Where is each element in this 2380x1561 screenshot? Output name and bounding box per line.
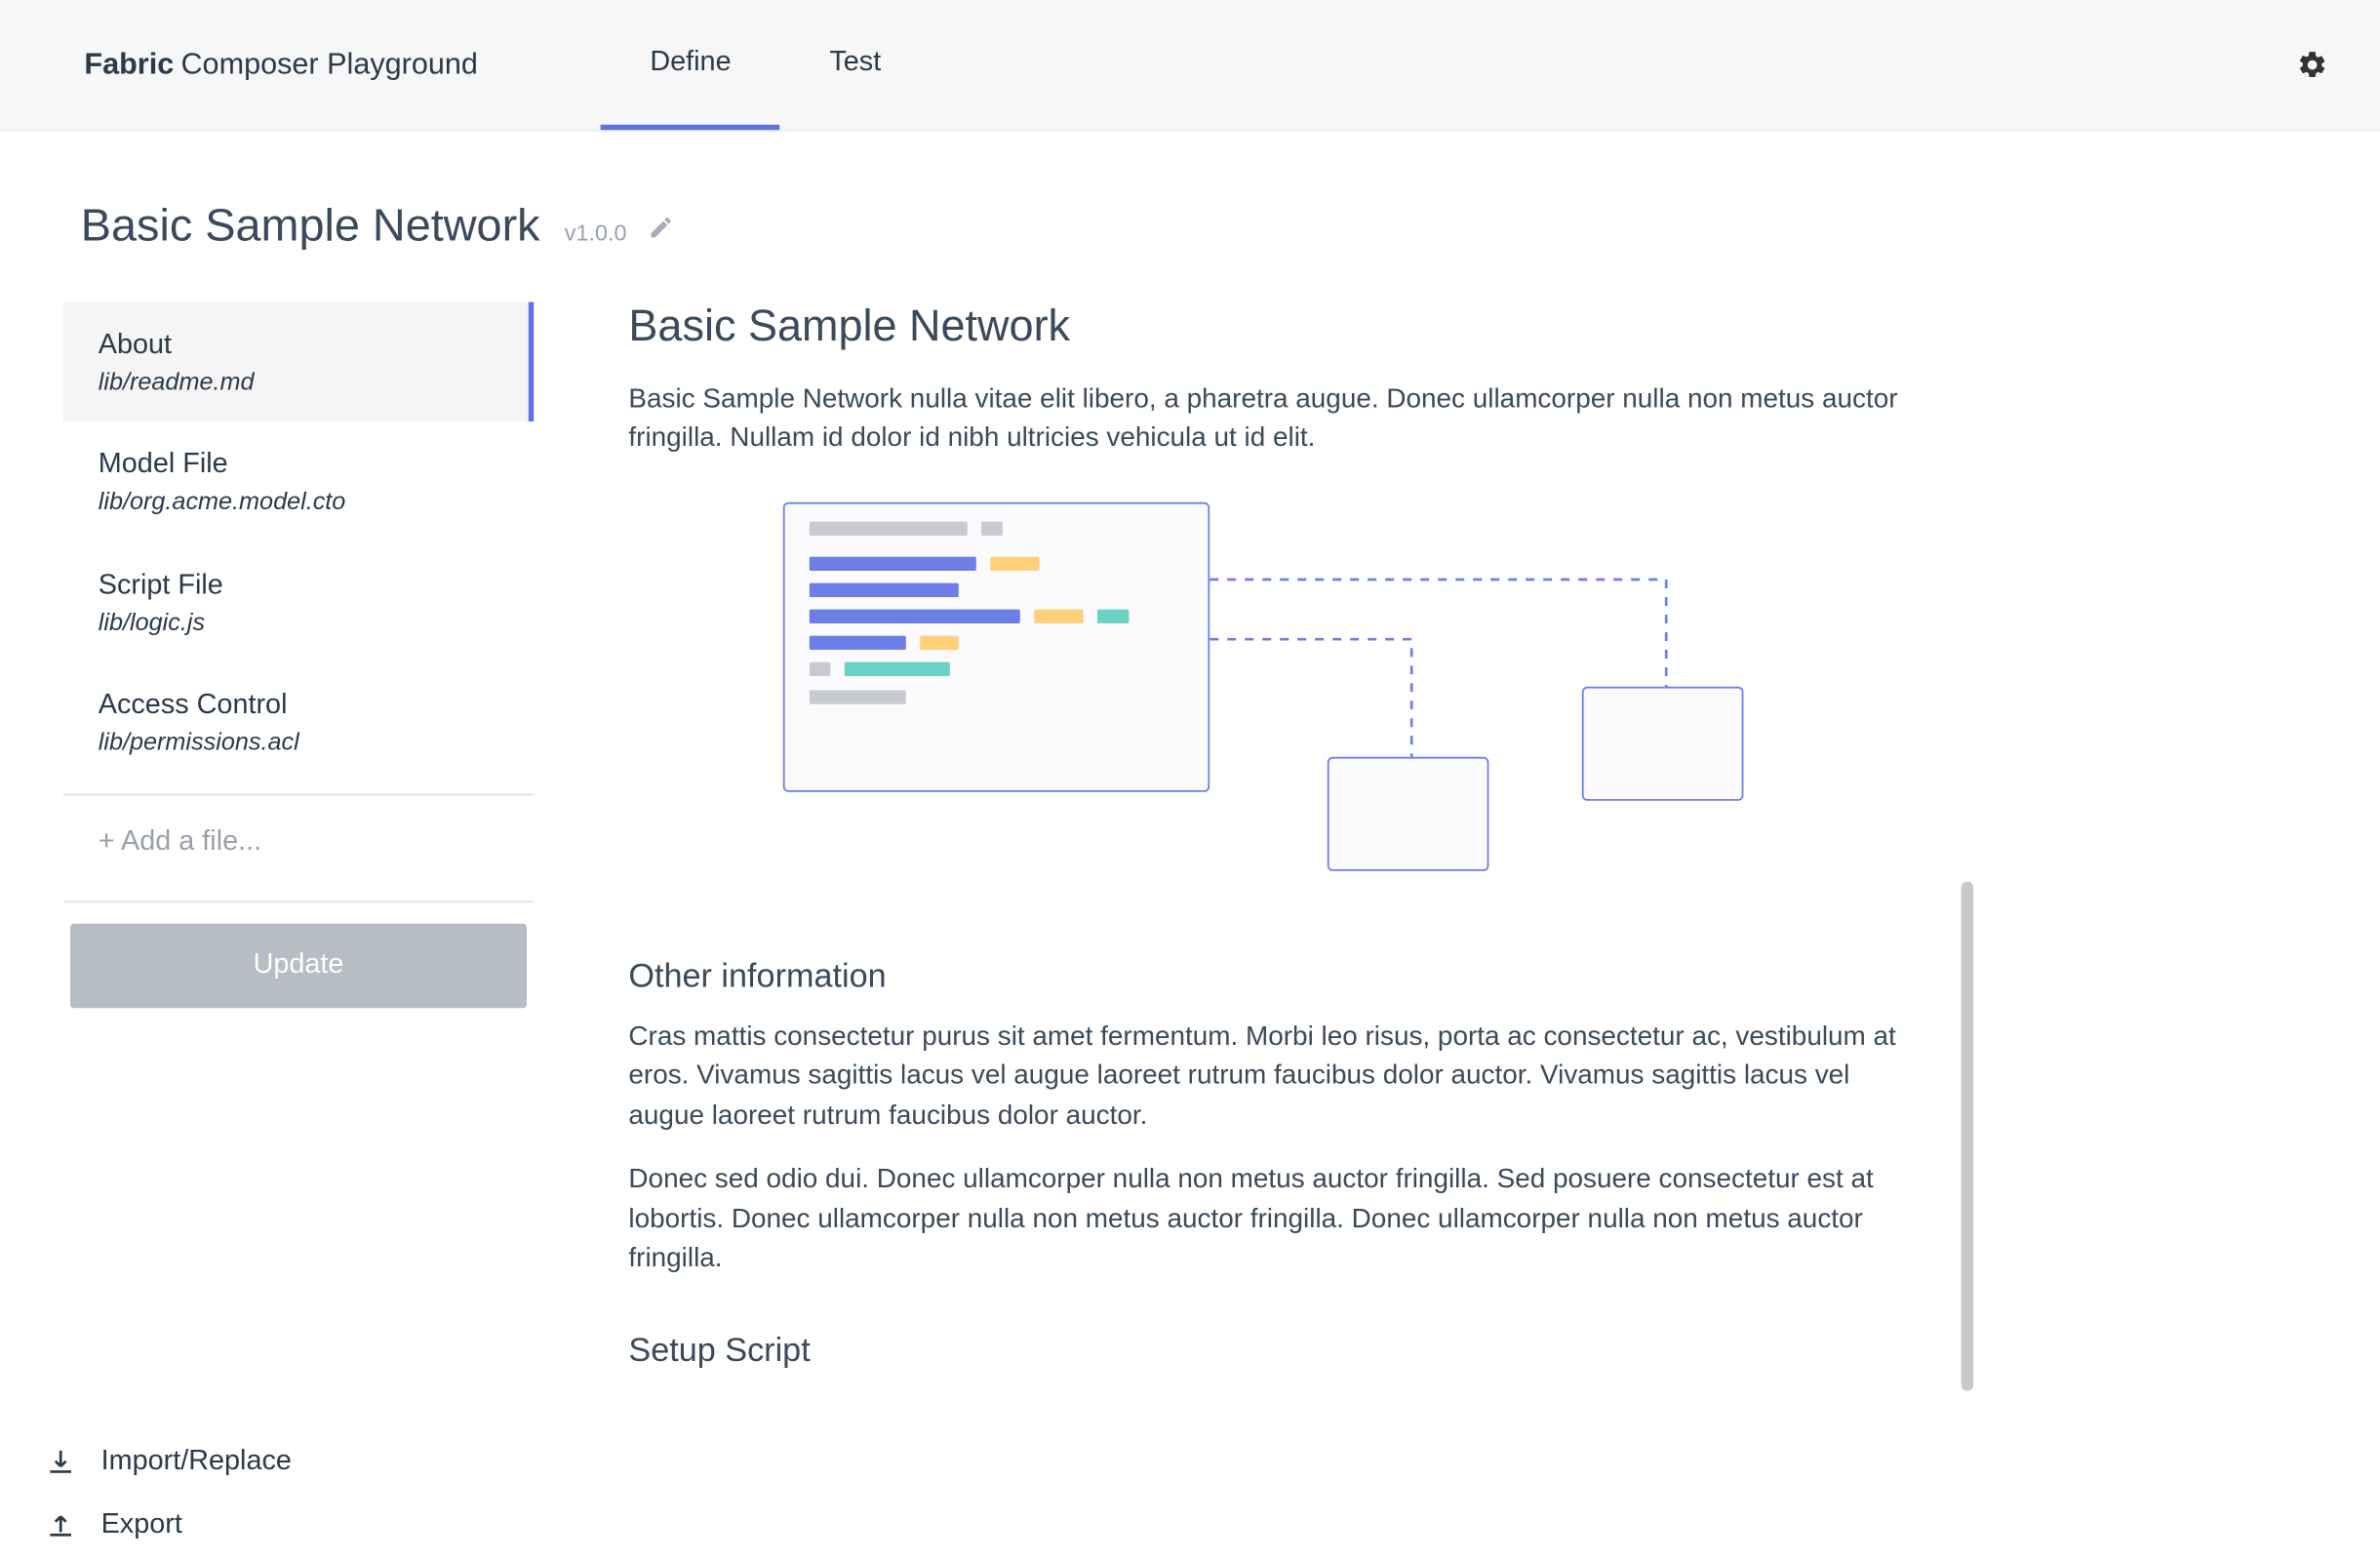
readme-p: Donec sed odio dui. Donec ullamcorper nu… [628, 1392, 1914, 1398]
tabs: Define Test [601, 0, 931, 130]
brand-bold: Fabric [84, 48, 174, 83]
sidebar-item-access[interactable]: Access Control lib/permissions.acl [63, 662, 534, 782]
tab-define-label: Define [650, 47, 731, 78]
tab-test-label: Test [829, 47, 881, 78]
sidebar-item-sub: lib/org.acme.model.cto [99, 485, 502, 518]
readme-p: Donec sed odio dui. Donec ullamcorper nu… [628, 1161, 1914, 1279]
export-label: Export [101, 1510, 182, 1541]
import-replace-button[interactable]: Import/Replace [45, 1447, 292, 1478]
sidebar-item-title: About [99, 327, 497, 365]
readme-p: Basic Sample Network nulla vitae elit li… [628, 381, 1914, 460]
sidebar-item-title: Model File [99, 447, 502, 485]
sidebar-item-script[interactable]: Script File lib/logic.js [63, 542, 534, 662]
sidebar-item-title: Access Control [99, 688, 502, 726]
readme-h2: Setup Script [628, 1333, 1914, 1372]
tab-define[interactable]: Define [601, 0, 780, 130]
sidebar-item-about[interactable]: About lib/readme.md [63, 302, 534, 422]
import-label: Import/Replace [101, 1447, 292, 1478]
scrollbar-thumb[interactable] [1962, 882, 1974, 1391]
add-file-button[interactable]: + Add a file... [63, 795, 534, 890]
brand: Fabric Composer Playground [84, 0, 478, 130]
readme-h1: Basic Sample Network [628, 302, 1914, 353]
code-card [783, 502, 1210, 792]
readme-h2: Other information [628, 959, 1914, 998]
readme-pane: Basic Sample Network Basic Sample Networ… [534, 302, 1973, 1398]
gear-icon[interactable] [2296, 0, 2327, 130]
sidebar-item-sub: lib/logic.js [99, 605, 502, 638]
sidebar-divider [63, 901, 534, 902]
sidebar-item-model[interactable]: Model File lib/org.acme.model.cto [63, 422, 534, 542]
pencil-icon[interactable] [648, 215, 674, 250]
sidebar: About lib/readme.md Model File lib/org.a… [63, 302, 534, 1008]
update-label: Update [254, 950, 344, 981]
page-version: v1.0.0 [565, 220, 627, 246]
node-card [1582, 687, 1744, 801]
export-button[interactable]: Export [45, 1510, 292, 1541]
download-icon [45, 1447, 76, 1478]
update-button[interactable]: Update [70, 924, 527, 1008]
upload-icon [45, 1510, 76, 1541]
add-file-label: + Add a file... [99, 827, 261, 858]
tab-test[interactable]: Test [780, 0, 931, 130]
bottom-actions: Import/Replace Export [45, 1415, 292, 1541]
page-title: Basic Sample Network [81, 198, 540, 253]
sidebar-item-sub: lib/readme.md [99, 365, 497, 398]
sidebar-item-title: Script File [99, 567, 502, 605]
readme-p: Cras mattis consectetur purus sit amet f… [628, 1019, 1914, 1137]
top-bar: Fabric Composer Playground Define Test [0, 0, 2380, 132]
page-header: Basic Sample Network v1.0.0 [0, 132, 2380, 263]
sidebar-item-sub: lib/permissions.acl [99, 725, 502, 758]
diagram-illustration [783, 502, 1914, 906]
node-card [1328, 757, 1489, 871]
brand-rest: Composer Playground [180, 48, 477, 83]
scrollbar[interactable] [1960, 302, 1973, 1398]
